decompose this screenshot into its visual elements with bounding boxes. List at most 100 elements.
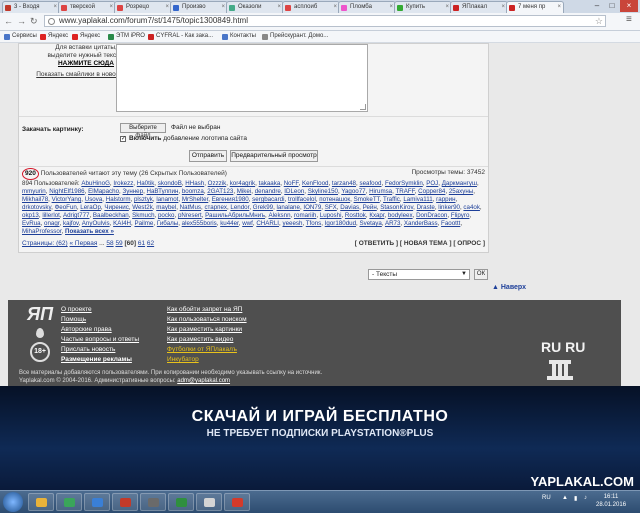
user-link[interactable]: MrShelter [182,196,208,203]
user-link[interactable]: NatMus [180,204,201,211]
forward-icon[interactable]: → [17,16,26,26]
taskbar-app-button[interactable] [56,493,82,511]
browser-tab[interactable]: 7 меня пр × [506,1,564,13]
user-link[interactable]: потенашок [319,196,350,203]
chrome-menu-icon[interactable]: ≡ [626,15,632,25]
user-link[interactable]: Mikhail78 [22,196,48,203]
user-link[interactable]: StasonKirov [380,204,413,211]
user-link[interactable]: Tfons [306,220,321,227]
back-icon[interactable]: ← [4,16,13,26]
user-link[interactable]: AR73 [385,220,400,227]
admin-email-link[interactable]: adm@yaplakal.com [177,378,230,384]
first-page-link[interactable]: « Первая [70,240,98,247]
user-link[interactable]: NoFF [284,180,299,187]
clock[interactable]: 16:11 28.01.2016 [596,493,626,509]
resize-handle-icon[interactable] [360,104,366,110]
bookmark-item[interactable]: ЭТМ iPRO [108,32,145,41]
close-window-button[interactable]: × [620,0,638,12]
user-link[interactable]: старпех [204,204,227,211]
user-link[interactable]: Hirumsa [369,188,392,195]
user-link[interactable]: Yagoo77 [341,188,365,195]
user-link[interactable]: Usova [85,196,103,203]
user-link[interactable]: Pailme [134,220,153,227]
page-link[interactable]: 62 [147,240,154,247]
logo-checkbox[interactable]: ✓ [120,136,126,142]
footer-link[interactable]: Как разместить видео [167,335,247,345]
footer-link[interactable]: Как пользоваться поиском [167,315,247,325]
preview-button[interactable]: Предварительный просмотр [230,150,318,162]
footer-link[interactable]: Инкубатор [167,355,247,365]
user-link[interactable]: kor4agrik [230,180,255,187]
user-link[interactable]: lanalane [277,204,300,211]
user-link[interactable]: Flipyro [451,212,470,219]
browser-tab[interactable]: Розрецо × [114,1,172,13]
user-link[interactable]: KenFlood [302,180,329,187]
user-link[interactable]: Зуннер [123,188,144,195]
user-link[interactable]: ФеоFun [55,204,77,211]
forum-jump-select[interactable]: - Тексты ▼ [368,269,470,280]
user-link[interactable]: wwf [242,220,253,227]
start-button[interactable] [3,492,23,512]
user-link[interactable]: Copper84 [418,188,445,195]
footer-link[interactable]: Размещение рекламы [61,355,139,365]
user-link[interactable]: West2k [132,204,153,211]
user-link[interactable]: са4ok [463,204,480,211]
tray-arrow-icon[interactable]: ▲ [562,495,568,501]
tab-close-icon[interactable]: × [109,2,113,13]
minimize-button[interactable]: – [590,0,604,12]
user-link[interactable]: EvRua [22,220,41,227]
page-link[interactable]: 58 [106,240,113,247]
user-link[interactable]: linker90 [438,204,460,211]
user-link[interactable]: boomza [182,188,204,195]
user-link[interactable]: Евгения1980 [212,196,249,203]
user-link[interactable]: Lamiva111 [403,196,432,203]
user-link[interactable]: takaaka [259,180,281,187]
taskbar-app-button[interactable] [28,493,54,511]
footer-link[interactable]: Прислать новость [61,345,139,355]
user-link[interactable]: Halstorm [106,196,131,203]
user-link[interactable]: denandre [255,188,281,195]
user-link[interactable]: pocko [158,212,175,219]
browser-tab[interactable]: Оказоли × [226,1,284,13]
user-link[interactable]: ku44er [220,220,239,227]
tab-close-icon[interactable]: × [221,2,225,13]
footer-link[interactable]: Авторские права [61,325,139,335]
user-link[interactable]: гаррин [436,196,455,203]
footer-link[interactable]: Частые вопросы и ответы [61,335,139,345]
send-button[interactable]: Отправить [189,150,227,162]
browser-tab[interactable]: асплоиб × [282,1,340,13]
user-link[interactable]: Кхарг [369,212,384,219]
bookmark-item[interactable]: Сервисы [4,32,37,41]
user-link[interactable]: Чиренис [104,204,128,211]
jump-ok-button[interactable]: ОК [474,269,488,280]
user-link[interactable]: Grek99 [253,204,273,211]
user-link[interactable]: 2GAT123 [207,188,233,195]
taskbar-app-button[interactable] [140,493,166,511]
user-link[interactable]: Luposhi [320,212,342,219]
user-link[interactable]: MihaProfessor [22,228,62,235]
footer-link[interactable]: Помощь [61,315,139,325]
tab-close-icon[interactable]: × [165,2,169,13]
taskbar-app-button[interactable] [168,493,194,511]
tab-close-icon[interactable]: × [389,2,393,13]
taskbar-app-button[interactable] [112,493,138,511]
choose-file-button[interactable]: Выберите файл [120,123,166,139]
language-indicator[interactable]: RU [542,495,551,501]
bookmark-star-icon[interactable]: ☆ [595,16,603,26]
user-link[interactable]: Adrigt777 [63,212,90,219]
user-link[interactable]: Рейн [363,204,377,211]
user-link[interactable]: alex555boris [182,220,217,227]
network-icon[interactable]: ▮ [574,495,577,502]
browser-tab[interactable]: Пломба × [338,1,396,13]
bookmark-item[interactable]: Прейскурант. Домо... [262,32,328,41]
volume-icon[interactable]: ♪ [584,495,587,501]
address-bar[interactable]: www.yaplakal.com/forum7/st/1475/topic130… [44,15,606,27]
user-link[interactable]: AbuHinoG [81,180,110,187]
footer-link[interactable]: Футболки от ЯПлакалъ [167,345,247,355]
bookmark-item[interactable]: Яндекс [72,32,100,41]
user-link[interactable]: lillerlot [42,212,60,219]
user-link[interactable]: okp13 [22,212,39,219]
user-link[interactable]: maybel [156,204,176,211]
user-link[interactable]: Lendor [230,204,249,211]
user-link[interactable]: NightElf1986 [49,188,84,195]
